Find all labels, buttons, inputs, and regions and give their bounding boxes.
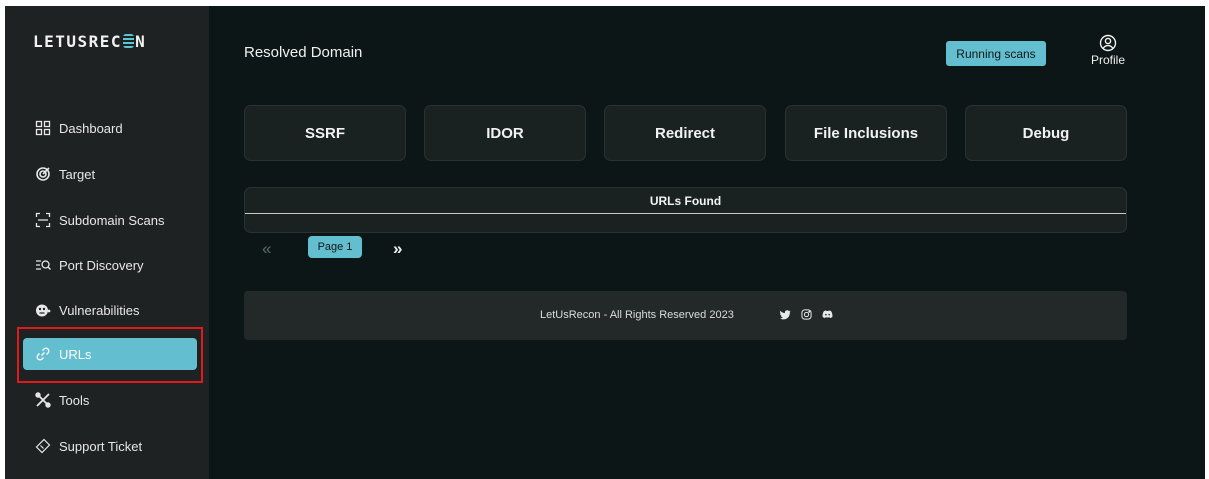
sidebar-item-port-discovery[interactable]: Port Discovery [23,249,197,281]
pagination-next-button[interactable]: » [393,239,402,259]
sidebar-item-label: Support Ticket [59,438,143,454]
category-card-idor[interactable]: IDOR [424,105,586,161]
bug-icon [35,302,51,318]
twitter-icon[interactable] [779,308,791,320]
footer-copyright: LetUsRecon - All Rights Reserved 2023 [540,309,734,321]
discord-icon[interactable] [821,308,833,320]
sidebar-item-label: Port Discovery [59,257,144,273]
category-card-redirect[interactable]: Redirect [604,105,766,161]
sidebar-item-label: Tools [59,392,90,408]
pagination-prev-button[interactable]: « [262,239,271,259]
subdomain-icon [35,212,51,228]
sidebar-item-label: Dashboard [59,120,123,136]
target-icon [35,166,51,182]
urls-found-panel: URLs Found [244,187,1127,233]
logo-o-mark [123,34,135,48]
pagination-page-button[interactable]: Page 1 [308,236,362,258]
logo-text: LETUSREC [33,32,123,51]
sidebar: LETUSREC N Dashboard Target Subdomain Sca… [5,6,209,479]
highlight-box [17,327,203,383]
sidebar-item-label: Vulnerabilities [59,302,140,318]
user-circle-icon [1099,34,1117,52]
sidebar-item-target[interactable]: Target [23,158,197,190]
page-title: Resolved Domain [244,44,363,61]
footer: LetUsRecon - All Rights Reserved 2023 [244,291,1127,340]
category-card-file-inclusions[interactable]: File Inclusions [785,105,947,161]
urls-found-title: URLs Found [245,188,1126,214]
sidebar-item-subdomain-scans[interactable]: Subdomain Scans [23,204,197,236]
running-scans-button[interactable]: Running scans [946,41,1046,66]
instagram-icon[interactable] [800,308,812,320]
sidebar-item-vulnerabilities[interactable]: Vulnerabilities [23,294,197,326]
sidebar-item-support-ticket[interactable]: Support Ticket [23,430,197,462]
port-discovery-icon [35,257,51,273]
ticket-icon [35,438,51,454]
dashboard-icon [35,120,51,136]
category-card-ssrf[interactable]: SSRF [244,105,406,161]
profile-label: Profile [1090,53,1125,67]
category-card-debug[interactable]: Debug [965,105,1127,161]
logo-text-end: N [135,32,147,51]
sidebar-item-label: Target [59,166,96,182]
logo[interactable]: LETUSREC N [33,32,146,51]
sidebar-item-dashboard[interactable]: Dashboard [23,112,197,144]
sidebar-item-tools[interactable]: Tools [23,384,197,416]
profile-button[interactable]: Profile [1085,34,1131,67]
tools-icon [35,392,51,408]
app-window: LETUSREC N Dashboard Target Subdomain Sca… [5,6,1205,479]
sidebar-item-label: Subdomain Scans [59,212,165,228]
